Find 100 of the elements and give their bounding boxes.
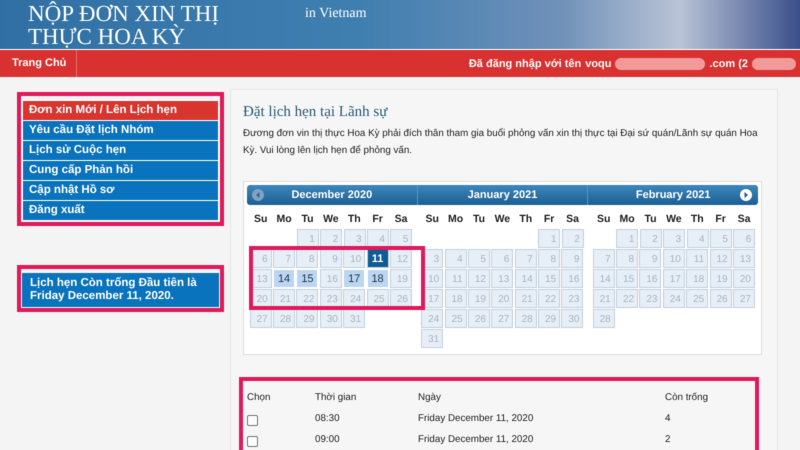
intro-text: Đương đơn vin thị thực Hoa Kỳ phải đích thân tham gia buổi phỏng vấn xin thị thực tại Đại sứ quán/Lãnh sự quán Hoa Kỳ. Vui lòng lên lịch hẹn để phỏng vấn.	[243, 127, 759, 158]
calendar-day: 4	[444, 249, 467, 268]
calendar-day: 8	[538, 249, 560, 268]
calendar-day[interactable]: 11	[366, 249, 389, 268]
weekday-label: Su	[424, 212, 440, 227]
weekday-label: Tu	[472, 212, 486, 227]
calendar-day: 4	[686, 229, 709, 248]
previous-month-icon[interactable]	[252, 189, 264, 201]
calendar-day: 28	[273, 309, 296, 328]
calendar-day: 27	[250, 309, 272, 328]
calendar-day: 6	[491, 249, 514, 268]
calendar-day[interactable]: 17	[343, 269, 366, 288]
calendar-day: 25	[444, 309, 467, 328]
calendar-day: 14	[592, 269, 615, 288]
calendar-day: 23	[561, 289, 584, 308]
calendar-day: 3	[663, 229, 686, 248]
calendar-day: 25	[686, 289, 708, 308]
calendar-day: 12	[390, 249, 412, 268]
calendar-day: 21	[592, 289, 615, 308]
weekday-label: Mo	[618, 212, 636, 227]
weekday-label: Fr	[542, 212, 556, 227]
calendar-day[interactable]: 18	[366, 269, 389, 288]
calendar-day: 7	[514, 249, 537, 268]
calendar-day: 26	[710, 289, 732, 308]
calendar-day: 20	[491, 289, 514, 308]
calendar-day: 7	[592, 249, 615, 268]
site-title: THỰC HOA KỲ	[28, 25, 186, 48]
weekday-label: Th	[518, 212, 534, 227]
calendar-day[interactable]: 15	[296, 269, 318, 288]
account-text: .com (2	[709, 58, 748, 70]
weekday-label: Fr	[714, 212, 727, 227]
calendar-day: 16	[639, 269, 662, 288]
sidebar-item[interactable]: Lịch sử Cuộc hẹn	[23, 141, 218, 160]
weekday-label: We	[322, 212, 340, 227]
sidebar-item[interactable]: Cung cấp Phản hồi	[23, 161, 218, 180]
sidebar-item[interactable]: Cập nhật Hồ sơ	[23, 181, 218, 200]
calendar-day: 22	[538, 289, 560, 308]
calendar-day: 29	[538, 309, 560, 328]
weekday-label: Sa	[736, 212, 752, 227]
weekday-label: Su	[596, 212, 612, 227]
next-month-icon[interactable]	[740, 189, 752, 201]
calendar-day: 2	[562, 229, 584, 248]
home-link[interactable]: Trang Chủ	[0, 50, 78, 77]
checkbox[interactable]	[247, 436, 258, 446]
calendar-day: 9	[561, 249, 584, 268]
table-cell-text: Friday December 11, 2020	[418, 413, 534, 424]
calendar-day: 26	[468, 309, 490, 328]
calendar-day: 15	[538, 269, 560, 288]
sidebar-item[interactable]: Yêu cầu Đặt lịch Nhóm	[23, 121, 218, 140]
sidebar-item[interactable]: Đăng xuất	[23, 201, 218, 220]
account-text: voqu	[585, 58, 612, 70]
calendar-day: 9	[320, 249, 342, 268]
calendar-day: 10	[662, 249, 685, 268]
calendar-day: 8	[296, 249, 318, 268]
calendar-day: 19	[468, 289, 490, 308]
calendar-day: 15	[616, 269, 638, 288]
month-title: February 2021	[636, 189, 710, 201]
weekday-label: Fr	[371, 212, 384, 227]
calendar-day: 13	[491, 269, 514, 288]
calendar-day: 19	[710, 269, 732, 288]
calendar-day: 30	[561, 309, 584, 328]
column-header: Ngày	[418, 392, 442, 403]
calendar-day: 23	[639, 289, 662, 308]
notice-text: Lịch hẹn Còn trống Đầu tiên là Friday December 11, 2020.	[22, 273, 219, 307]
calendar-day: 10	[343, 249, 366, 268]
calendar-day: 2	[640, 229, 662, 248]
calendar-day: 31	[421, 329, 444, 348]
weekday-label: Th	[346, 212, 362, 227]
checkbox[interactable]	[247, 414, 258, 426]
calendar-day: 28	[592, 309, 615, 328]
calendar-day: 1	[538, 229, 560, 248]
calendar-day: 7	[273, 249, 296, 268]
calendar-day: 16	[320, 269, 342, 288]
calendar-day: 11	[444, 269, 467, 288]
redacted-block	[752, 58, 796, 70]
calendar-day: 21	[514, 289, 537, 308]
calendar-day[interactable]: 14	[273, 269, 296, 288]
calendar-day: 9	[639, 249, 662, 268]
weekday-label: Su	[252, 212, 268, 227]
calendar-day: 6	[733, 229, 756, 248]
table-cell-text: 08:30	[315, 413, 341, 424]
calendar-day: 30	[320, 309, 342, 328]
calendar-day: 16	[561, 269, 584, 288]
calendar-day: 29	[296, 309, 318, 328]
weekday-label: Mo	[447, 212, 464, 227]
calendar-day: 18	[686, 269, 708, 288]
table-cell-text: Friday December 11, 2020	[418, 434, 534, 445]
sidebar-item[interactable]: Đơn xin Mới / Lên Lịch hẹn	[23, 101, 218, 120]
column-header: Chọn	[247, 392, 272, 403]
table-cell-text: 2	[665, 434, 672, 445]
column-header: Thời gian	[315, 392, 358, 403]
weekday-label: Mo	[276, 212, 293, 227]
calendar-day: 31	[343, 309, 366, 328]
month-title: December 2020	[291, 189, 372, 201]
calendar-day: 14	[514, 269, 537, 288]
calendar-day: 18	[444, 289, 467, 308]
calendar-day: 28	[514, 309, 537, 328]
calendar-day: 12	[468, 269, 490, 288]
site-title: NỘP ĐƠN XIN THỊ	[28, 2, 220, 25]
calendar-day: 8	[616, 249, 638, 268]
